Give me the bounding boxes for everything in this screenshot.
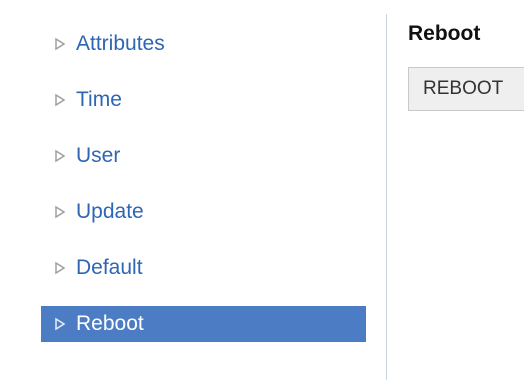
sidebar-item-label: Default <box>76 256 143 279</box>
sidebar-nav: Attributes Time User Update Default Rebo… <box>0 0 386 380</box>
sidebar-item-user[interactable]: User <box>41 138 366 174</box>
triangle-right-icon <box>52 92 68 108</box>
sidebar-item-label: Reboot <box>76 312 144 335</box>
triangle-right-icon <box>52 148 68 164</box>
triangle-right-icon <box>52 316 68 332</box>
page-title: Reboot <box>408 22 481 45</box>
triangle-right-icon <box>52 204 68 220</box>
sidebar-item-label: User <box>76 144 121 167</box>
reboot-button[interactable]: REBOOT <box>408 67 524 111</box>
sidebar-item-label: Update <box>76 200 144 223</box>
main-content: Reboot REBOOT <box>387 0 524 380</box>
triangle-right-icon <box>52 36 68 52</box>
app-root: Attributes Time User Update Default Rebo… <box>0 0 524 380</box>
sidebar-item-label: Time <box>76 88 122 111</box>
sidebar-item-update[interactable]: Update <box>41 194 366 230</box>
triangle-right-icon <box>52 260 68 276</box>
sidebar-item-reboot[interactable]: Reboot <box>41 306 366 342</box>
sidebar-item-attributes[interactable]: Attributes <box>41 26 366 62</box>
sidebar-item-label: Attributes <box>76 32 165 55</box>
sidebar-item-time[interactable]: Time <box>41 82 366 118</box>
sidebar-item-default[interactable]: Default <box>41 250 366 286</box>
